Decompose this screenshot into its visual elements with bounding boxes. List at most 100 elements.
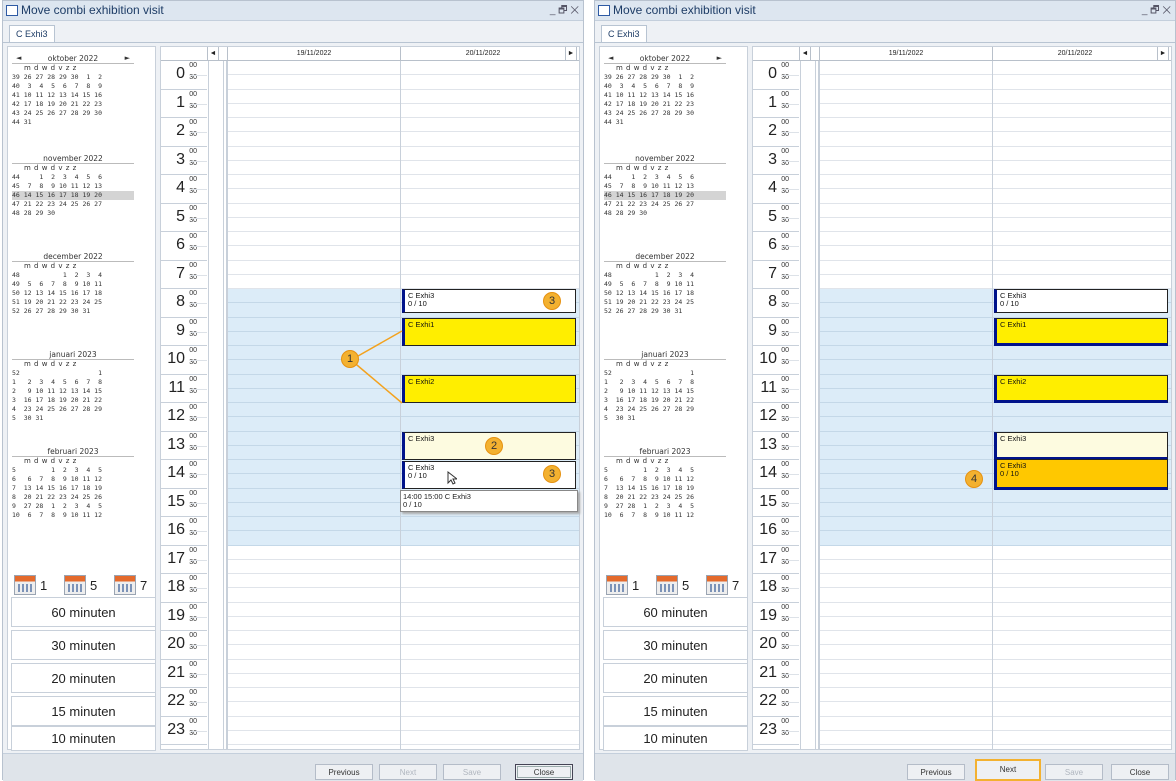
week-view-button[interactable]: 7 <box>704 572 748 600</box>
time-slot[interactable] <box>401 631 579 646</box>
day-column-20-11[interactable] <box>992 61 1171 749</box>
time-slot[interactable] <box>228 717 400 731</box>
time-slot[interactable] <box>820 660 992 674</box>
time-slot[interactable] <box>401 717 579 731</box>
time-slot[interactable] <box>228 90 400 104</box>
week-row[interactable]: 4 23 24 25 26 27 28 29 <box>12 405 134 414</box>
time-slot[interactable] <box>401 132 579 147</box>
week-row[interactable]: 39 26 27 28 29 30 1 2 <box>604 73 726 82</box>
time-slot[interactable] <box>993 90 1171 104</box>
next-month-icon[interactable]: ► <box>125 53 130 64</box>
time-slot[interactable] <box>228 374 400 389</box>
time-slot[interactable] <box>820 603 992 617</box>
time-slot[interactable] <box>993 631 1171 646</box>
next-button[interactable]: Next <box>975 759 1041 781</box>
time-slot[interactable] <box>228 232 400 247</box>
save-button[interactable]: Save <box>443 764 501 780</box>
time-slot[interactable] <box>228 118 400 133</box>
mini-calendar-januari[interactable]: januari 2023 m d w d v z z 52 1 1 2 3 4 … <box>12 349 134 423</box>
time-slot[interactable] <box>820 317 992 332</box>
time-slot[interactable] <box>993 118 1171 133</box>
event-c-exhi3-1300[interactable]: C Exhi3 <box>994 432 1168 460</box>
mini-calendar-februari[interactable]: februari 2023 m d w d v z z 5 1 2 3 4 5 … <box>604 446 726 520</box>
day-column-19-11[interactable] <box>227 61 400 749</box>
time-slot[interactable] <box>820 261 992 275</box>
time-slot[interactable] <box>993 531 1171 546</box>
mini-calendar-november[interactable]: november 2022 m d w d v z z 44 1 2 3 4 5… <box>12 153 134 218</box>
week-row[interactable]: 39 26 27 28 29 30 1 2 <box>12 73 134 82</box>
mini-calendar-oktober[interactable]: ◄ oktober 2022 ► m d w d v z z 39 26 27 28… <box>604 53 726 127</box>
next-button[interactable]: Next <box>379 764 437 780</box>
time-slot[interactable] <box>401 617 579 631</box>
time-slot[interactable] <box>401 218 579 232</box>
time-slot[interactable] <box>993 617 1171 631</box>
week-row[interactable]: 41 10 11 12 13 14 15 16 <box>12 91 134 100</box>
week-row[interactable]: 48 28 29 30 <box>12 209 134 218</box>
interval-10-button[interactable]: 10 minuten <box>11 726 156 751</box>
next-month-icon[interactable]: ► <box>717 53 722 64</box>
time-slot[interactable] <box>820 303 992 318</box>
week-view-button[interactable]: 7 <box>112 572 156 600</box>
time-slot[interactable] <box>820 75 992 90</box>
time-slot[interactable] <box>993 147 1171 161</box>
week-row[interactable]: 45 7 8 9 10 11 12 13 <box>12 182 134 191</box>
time-slot[interactable] <box>993 132 1171 147</box>
time-slot[interactable] <box>228 175 400 190</box>
week-row[interactable]: 40 3 4 5 6 7 8 9 <box>604 82 726 91</box>
previous-button[interactable]: Previous <box>907 764 965 780</box>
week-row[interactable]: 43 24 25 26 27 28 29 30 <box>12 109 134 118</box>
week-row[interactable]: 2 9 10 11 12 13 14 15 <box>12 387 134 396</box>
week-row[interactable]: 4 23 24 25 26 27 28 29 <box>604 405 726 414</box>
week-row[interactable]: 3 16 17 18 19 20 21 22 <box>12 396 134 405</box>
time-slot[interactable] <box>820 645 992 660</box>
week-row[interactable]: 52 26 27 28 29 30 31 <box>604 307 726 316</box>
week-row[interactable]: 47 21 22 23 24 25 26 27 <box>604 200 726 209</box>
time-slot[interactable] <box>401 660 579 674</box>
time-slot[interactable] <box>820 147 992 161</box>
window-controls[interactable]: _ 🗗 ✕ <box>550 1 579 20</box>
interval-30-button[interactable]: 30 minuten <box>603 630 748 660</box>
time-slot[interactable] <box>228 403 400 418</box>
time-slot[interactable] <box>401 702 579 717</box>
week-row[interactable]: 2 9 10 11 12 13 14 15 <box>604 387 726 396</box>
time-slot[interactable] <box>993 61 1171 76</box>
time-slot[interactable] <box>820 588 992 603</box>
time-slot[interactable] <box>228 603 400 617</box>
time-slot[interactable] <box>228 531 400 546</box>
week-row[interactable]: 3 16 17 18 19 20 21 22 <box>604 396 726 405</box>
week-row-selected[interactable]: 46 14 15 16 17 18 19 20 <box>604 191 726 200</box>
time-slot[interactable] <box>993 731 1171 745</box>
tab-c-exhi3[interactable]: C Exhi3 <box>9 25 55 43</box>
mini-calendar-december[interactable]: december 2022 m d w d v z z 48 1 2 3 4 4… <box>12 251 134 316</box>
time-slot[interactable] <box>228 331 400 346</box>
time-slot[interactable] <box>401 603 579 617</box>
interval-20-button[interactable]: 20 minuten <box>603 663 748 693</box>
time-slot[interactable] <box>401 246 579 261</box>
time-slot[interactable] <box>228 617 400 631</box>
event-c-exhi1[interactable]: C Exhi1 <box>994 318 1168 346</box>
time-slot[interactable] <box>401 531 579 546</box>
time-slot[interactable] <box>401 517 579 532</box>
time-slot[interactable] <box>820 360 992 375</box>
week-row[interactable]: 52 26 27 28 29 30 31 <box>12 307 134 316</box>
time-slot[interactable] <box>993 603 1171 617</box>
week-row[interactable]: 10 6 7 8 9 10 11 12 <box>604 511 726 520</box>
time-slot[interactable] <box>993 488 1171 503</box>
week-row[interactable]: 1 2 3 4 5 6 7 8 <box>604 378 726 387</box>
time-slot[interactable] <box>820 403 992 418</box>
close-button[interactable]: Close <box>515 764 573 780</box>
time-slot[interactable] <box>228 560 400 574</box>
time-slot[interactable] <box>228 275 400 289</box>
time-slot[interactable] <box>401 232 579 247</box>
time-slot[interactable] <box>228 546 400 560</box>
time-slot[interactable] <box>993 517 1171 532</box>
time-slot[interactable] <box>401 674 579 688</box>
interval-60-button[interactable]: 60 minuten <box>603 597 748 627</box>
time-slot[interactable] <box>993 560 1171 574</box>
time-slot[interactable] <box>401 688 579 703</box>
time-slot[interactable] <box>228 303 400 318</box>
time-slot[interactable] <box>820 617 992 631</box>
time-slot[interactable] <box>820 61 992 76</box>
close-button[interactable]: Close <box>1111 764 1169 780</box>
time-slot[interactable] <box>228 631 400 646</box>
